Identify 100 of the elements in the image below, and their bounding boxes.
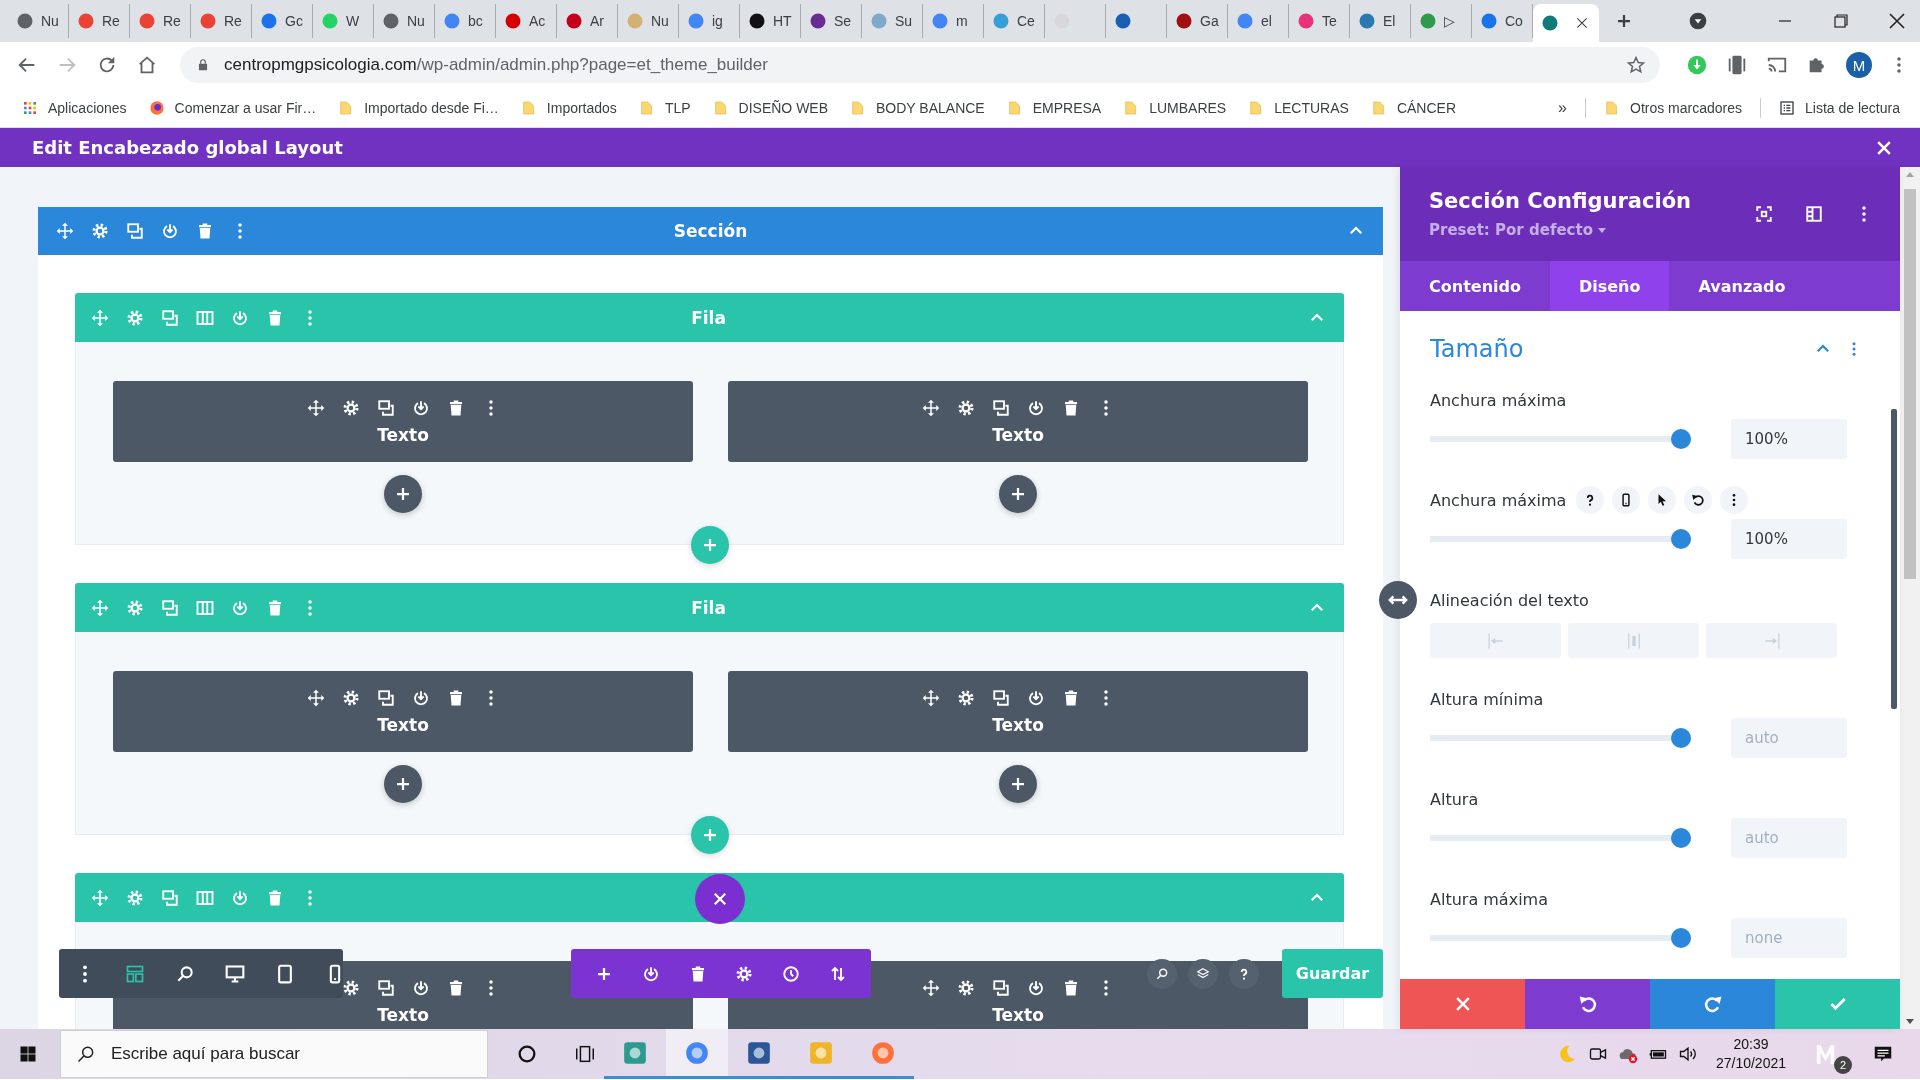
- address-bar[interactable]: centropmgpsicologia.com/wp-admin/admin.php?page=et_theme_builder: [180, 47, 1660, 83]
- download-icon[interactable]: [642, 964, 660, 983]
- browser-tab[interactable]: Re: [191, 4, 252, 38]
- slider-thumb[interactable]: [1671, 529, 1691, 549]
- bookmark[interactable]: LECTURAS: [1244, 99, 1353, 116]
- settings-icon[interactable]: [91, 222, 109, 240]
- expand-icon[interactable]: [1755, 205, 1774, 223]
- scrollbar[interactable]: [1900, 167, 1920, 1029]
- scrollbar[interactable]: [1891, 409, 1897, 709]
- clock-date[interactable]: 27/10/2021: [1715, 1054, 1786, 1073]
- bookmark[interactable]: Importado desde Fi…: [334, 99, 503, 116]
- move-icon[interactable]: [921, 688, 940, 707]
- move-icon[interactable]: [921, 978, 940, 997]
- wireframe-icon[interactable]: [125, 963, 145, 984]
- add-module-button[interactable]: [384, 765, 422, 803]
- browser-tab[interactable]: W: [313, 4, 374, 38]
- browser-tab[interactable]: Se: [801, 4, 862, 38]
- preset-dropdown[interactable]: Preset: Por defecto: [1429, 221, 1692, 239]
- value-field[interactable]: 100%: [1731, 519, 1847, 559]
- bookmark[interactable]: EMPRESA: [1002, 99, 1106, 116]
- value-field[interactable]: auto: [1731, 718, 1847, 758]
- browser-tab[interactable]: Nu: [8, 4, 69, 38]
- bookmark[interactable]: CÁNCER: [1366, 99, 1460, 116]
- profile-avatar[interactable]: M: [1846, 52, 1872, 78]
- value-field[interactable]: none: [1731, 918, 1847, 958]
- browser-tab[interactable]: Nu: [618, 4, 679, 38]
- value-field[interactable]: auto: [1731, 818, 1847, 858]
- browser-tab[interactable]: m: [923, 4, 984, 38]
- group-title[interactable]: Tamaño: [1430, 335, 1524, 363]
- new-tab-icon[interactable]: [1615, 12, 1633, 30]
- bookmark[interactable]: Importados: [516, 99, 621, 116]
- slider-thumb[interactable]: [1671, 828, 1691, 848]
- browser-tab[interactable]: Gc: [252, 4, 313, 38]
- speaker-icon[interactable]: [1677, 1044, 1698, 1064]
- move-icon[interactable]: [306, 688, 325, 707]
- zoom-icon[interactable]: [175, 963, 195, 984]
- clock-time[interactable]: 20:39: [1733, 1035, 1769, 1054]
- move-icon[interactable]: [921, 398, 940, 417]
- browser-tab[interactable]: Nu: [374, 4, 435, 38]
- add-module-button[interactable]: [999, 765, 1037, 803]
- browser-tab[interactable]: Te: [1289, 4, 1350, 38]
- download-icon[interactable]: [411, 688, 430, 707]
- add-module-button[interactable]: [384, 475, 422, 513]
- dropdown-icon[interactable]: [1688, 11, 1708, 31]
- settings-icon[interactable]: [341, 398, 360, 417]
- bookmark[interactable]: Otros marcadores: [1600, 99, 1747, 116]
- bookmark[interactable]: TLP: [634, 99, 695, 116]
- duplicate-icon[interactable]: [126, 222, 144, 240]
- move-icon[interactable]: [56, 222, 74, 240]
- settings-icon[interactable]: [341, 688, 360, 707]
- value-field[interactable]: 100%: [1731, 419, 1847, 459]
- cursor-button[interactable]: [1648, 486, 1677, 514]
- browser-tab[interactable]: Ce: [984, 4, 1045, 38]
- more-bookmarks[interactable]: »: [1554, 98, 1571, 117]
- browser-tab[interactable]: Re: [130, 4, 191, 38]
- settings-icon[interactable]: [341, 978, 360, 997]
- settings-tab[interactable]: Contenido: [1400, 261, 1550, 311]
- bookmark[interactable]: BODY BALANCE: [846, 99, 989, 116]
- duplicate-icon[interactable]: [991, 978, 1010, 997]
- settings-icon[interactable]: [956, 688, 975, 707]
- slider-thumb[interactable]: [1671, 928, 1691, 948]
- desktop-icon[interactable]: [225, 963, 245, 984]
- windows-icon[interactable]: [18, 1044, 38, 1064]
- more-button[interactable]: [1720, 486, 1749, 514]
- bookmark[interactable]: DISEÑO WEB: [708, 99, 833, 116]
- taskbar-app[interactable]: [666, 1029, 728, 1079]
- download-icon[interactable]: [1026, 398, 1045, 417]
- browser-tab[interactable]: HT: [740, 4, 801, 38]
- duplicate-icon[interactable]: [991, 398, 1010, 417]
- duplicate-icon[interactable]: [376, 978, 395, 997]
- duplicate-icon[interactable]: [991, 688, 1010, 707]
- star-icon[interactable]: [1626, 55, 1646, 75]
- browser-tab[interactable]: Su: [862, 4, 923, 38]
- bookmark[interactable]: Lista de lectura: [1775, 99, 1904, 116]
- bookmark[interactable]: LUMBARES: [1119, 99, 1231, 116]
- duplicate-icon[interactable]: [376, 398, 395, 417]
- slider-thumb[interactable]: [1671, 429, 1691, 449]
- settings-tab[interactable]: Avanzado: [1669, 261, 1815, 311]
- bookmark[interactable]: Comenzar a usar Fir…: [144, 99, 321, 116]
- browser-tab[interactable]: El: [1350, 4, 1411, 38]
- browser-tab[interactable]: [1533, 4, 1599, 42]
- help-button[interactable]: [1576, 486, 1605, 514]
- layout-icon[interactable]: [1805, 205, 1824, 223]
- move-icon[interactable]: [306, 398, 325, 417]
- browser-tab[interactable]: Ar: [557, 4, 618, 38]
- download-icon[interactable]: [161, 222, 179, 240]
- browser-tab[interactable]: Re: [69, 4, 130, 38]
- trash-icon[interactable]: [196, 222, 214, 240]
- settings-icon[interactable]: [956, 398, 975, 417]
- close-icon[interactable]: [1574, 15, 1590, 31]
- add-module-button[interactable]: [999, 475, 1037, 513]
- download-icon[interactable]: [411, 398, 430, 417]
- home-icon[interactable]: [136, 54, 158, 76]
- download-icon[interactable]: [1026, 688, 1045, 707]
- browser-tab[interactable]: Ac: [496, 4, 557, 38]
- settings-icon[interactable]: [735, 964, 754, 983]
- browser-tab[interactable]: el: [1228, 4, 1289, 38]
- phone-icon[interactable]: [1726, 54, 1748, 76]
- duplicate-icon[interactable]: [376, 688, 395, 707]
- tablet-icon[interactable]: [275, 963, 295, 984]
